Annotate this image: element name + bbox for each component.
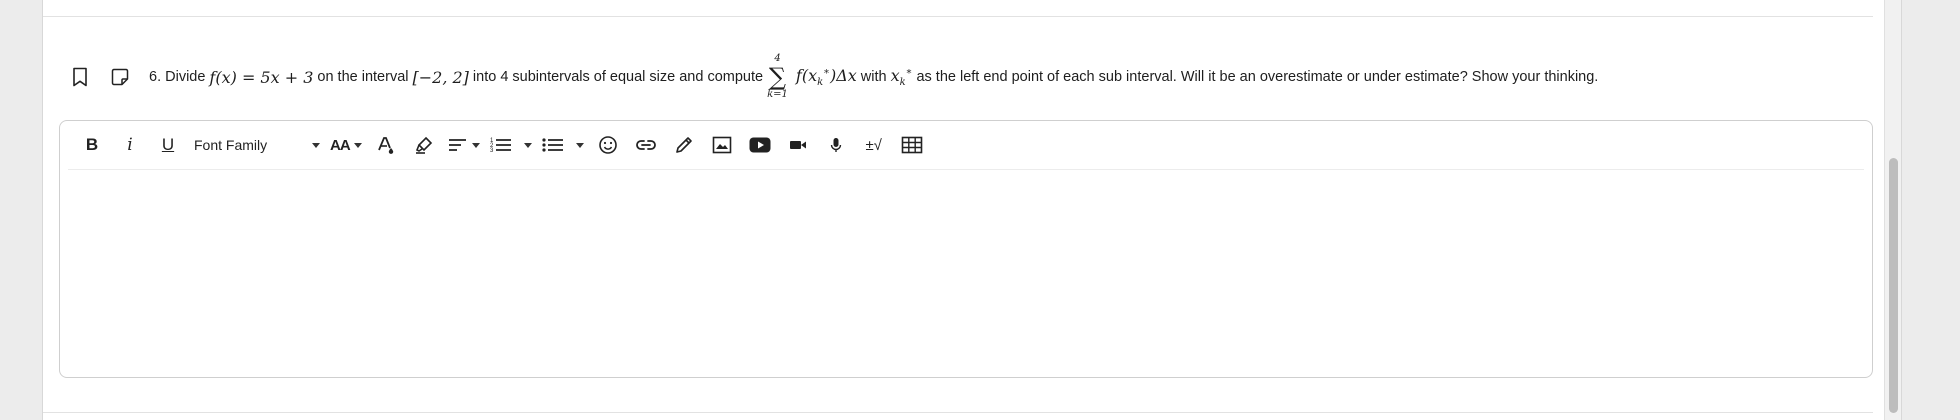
subintervals-text: into 4 subintervals of equal size and co… xyxy=(472,69,764,85)
align-select[interactable] xyxy=(448,131,480,159)
underline-icon[interactable]: U xyxy=(154,131,182,159)
draw-icon[interactable] xyxy=(670,131,698,159)
sum-lower-limit: k=1 xyxy=(767,89,788,100)
summand-expression: f(xk∗)Δx xyxy=(795,65,857,89)
editor-content-area[interactable] xyxy=(60,170,1872,377)
note-icon[interactable] xyxy=(109,66,131,88)
emoji-icon[interactable] xyxy=(594,131,622,159)
link-icon[interactable] xyxy=(632,131,660,159)
interval-expression: [−2, 2] xyxy=(412,67,469,87)
font-size-select[interactable]: AA xyxy=(330,131,362,159)
chevron-down-icon xyxy=(575,142,584,148)
question-row: 6. Divide f(x) = 5x + 3 on the interval … xyxy=(69,52,1841,102)
chevron-down-icon xyxy=(523,142,532,148)
editor-toolbar: B i U Font Family AA 123 ±√ xyxy=(68,121,1864,170)
scrollbar-thumb[interactable] xyxy=(1889,158,1898,413)
font-family-label: Font Family xyxy=(194,137,268,153)
image-icon[interactable] xyxy=(708,131,736,159)
chevron-down-icon xyxy=(312,142,320,148)
xk-expression: xk∗ xyxy=(890,65,913,89)
svg-text:3: 3 xyxy=(490,148,494,154)
question-number: 6. xyxy=(149,69,162,85)
question-card: 6. Divide f(x) = 5x + 3 on the interval … xyxy=(42,0,1902,420)
chevron-down-icon xyxy=(353,142,362,148)
summation: 4 ∑ k=1 xyxy=(767,54,788,100)
unordered-list-select[interactable] xyxy=(542,131,584,159)
ordered-list-select[interactable]: 123 xyxy=(490,131,532,159)
scrollbar[interactable] xyxy=(1884,0,1901,420)
video-icon[interactable] xyxy=(784,131,812,159)
bookmark-icon[interactable] xyxy=(69,66,91,88)
on-interval-text: on the interval xyxy=(317,69,409,85)
ordered-list-icon: 123 xyxy=(490,138,511,154)
unordered-list-icon xyxy=(542,138,563,152)
answer-editor: B i U Font Family AA 123 ±√ xyxy=(59,120,1873,378)
divider-top xyxy=(43,16,1873,17)
function-expression: f(x) = 5x + 3 xyxy=(209,67,314,87)
sigma-symbol: ∑ xyxy=(768,63,787,91)
italic-icon[interactable]: i xyxy=(116,131,144,159)
question-lead: Divide xyxy=(165,69,206,85)
microphone-icon[interactable] xyxy=(822,131,850,159)
highlight-icon[interactable] xyxy=(410,131,438,159)
youtube-icon[interactable] xyxy=(746,131,774,159)
font-size-icon: AA xyxy=(330,136,351,154)
bold-icon[interactable]: B xyxy=(78,131,106,159)
table-icon[interactable] xyxy=(898,131,926,159)
question-text: 6. Divide f(x) = 5x + 3 on the interval … xyxy=(149,54,1598,100)
math-icon[interactable]: ±√ xyxy=(860,131,888,159)
question-tail-text: as the left end point of each sub interv… xyxy=(916,69,1599,85)
align-icon xyxy=(448,139,466,151)
font-family-select[interactable]: Font Family xyxy=(194,131,320,159)
chevron-down-icon xyxy=(471,142,480,148)
with-text: with xyxy=(860,69,887,85)
divider-bottom xyxy=(43,412,1873,413)
text-color-icon[interactable] xyxy=(372,131,400,159)
